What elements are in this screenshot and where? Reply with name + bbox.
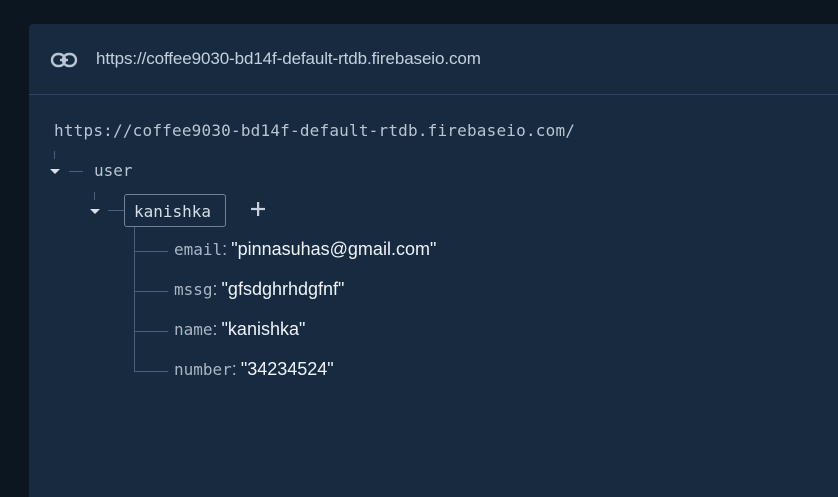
expand-caret-icon[interactable]: [90, 209, 100, 214]
url-bar: https://coffee9030-bd14f-default-rtdb.fi…: [29, 24, 838, 95]
field-key: number: [174, 360, 232, 379]
field-value[interactable]: "pinnasuhas@gmail.com": [231, 239, 436, 259]
field-value[interactable]: "kanishka": [222, 319, 306, 339]
tree-line: [134, 331, 168, 332]
child-key: kanishka: [134, 202, 212, 221]
field-mssg[interactable]: mssg: "gfsdghrhdgfnf": [174, 279, 344, 301]
tree-line: [69, 171, 83, 172]
database-panel: https://coffee9030-bd14f-default-rtdb.fi…: [29, 24, 838, 497]
field-key: mssg: [174, 280, 213, 299]
tree-line: [108, 210, 124, 211]
field-value[interactable]: "34234524": [241, 359, 334, 379]
field-number[interactable]: number: "34234524": [174, 359, 334, 381]
field-key: email: [174, 240, 223, 259]
tree-line: [134, 251, 168, 252]
database-url: https://coffee9030-bd14f-default-rtdb.fi…: [96, 49, 481, 68]
tree-line: [94, 192, 95, 200]
tree-line: [134, 227, 135, 372]
root-url[interactable]: https://coffee9030-bd14f-default-rtdb.fi…: [54, 121, 575, 140]
field-email[interactable]: email: "pinnasuhas@gmail.com": [174, 239, 436, 261]
tree-line: [134, 291, 168, 292]
link-icon[interactable]: [50, 49, 78, 71]
page: https://coffee9030-bd14f-default-rtdb.fi…: [0, 0, 838, 497]
tree-line: [54, 151, 55, 159]
add-child-icon[interactable]: [248, 199, 268, 219]
expand-caret-icon[interactable]: [50, 169, 60, 174]
field-value[interactable]: "gfsdghrhdgfnf": [222, 279, 345, 299]
field-name[interactable]: name: "kanishka": [174, 319, 305, 341]
field-key: name: [174, 320, 213, 339]
user-key[interactable]: user: [94, 161, 133, 180]
tree-line: [134, 371, 168, 372]
kanishka-node[interactable]: kanishka: [124, 194, 226, 227]
